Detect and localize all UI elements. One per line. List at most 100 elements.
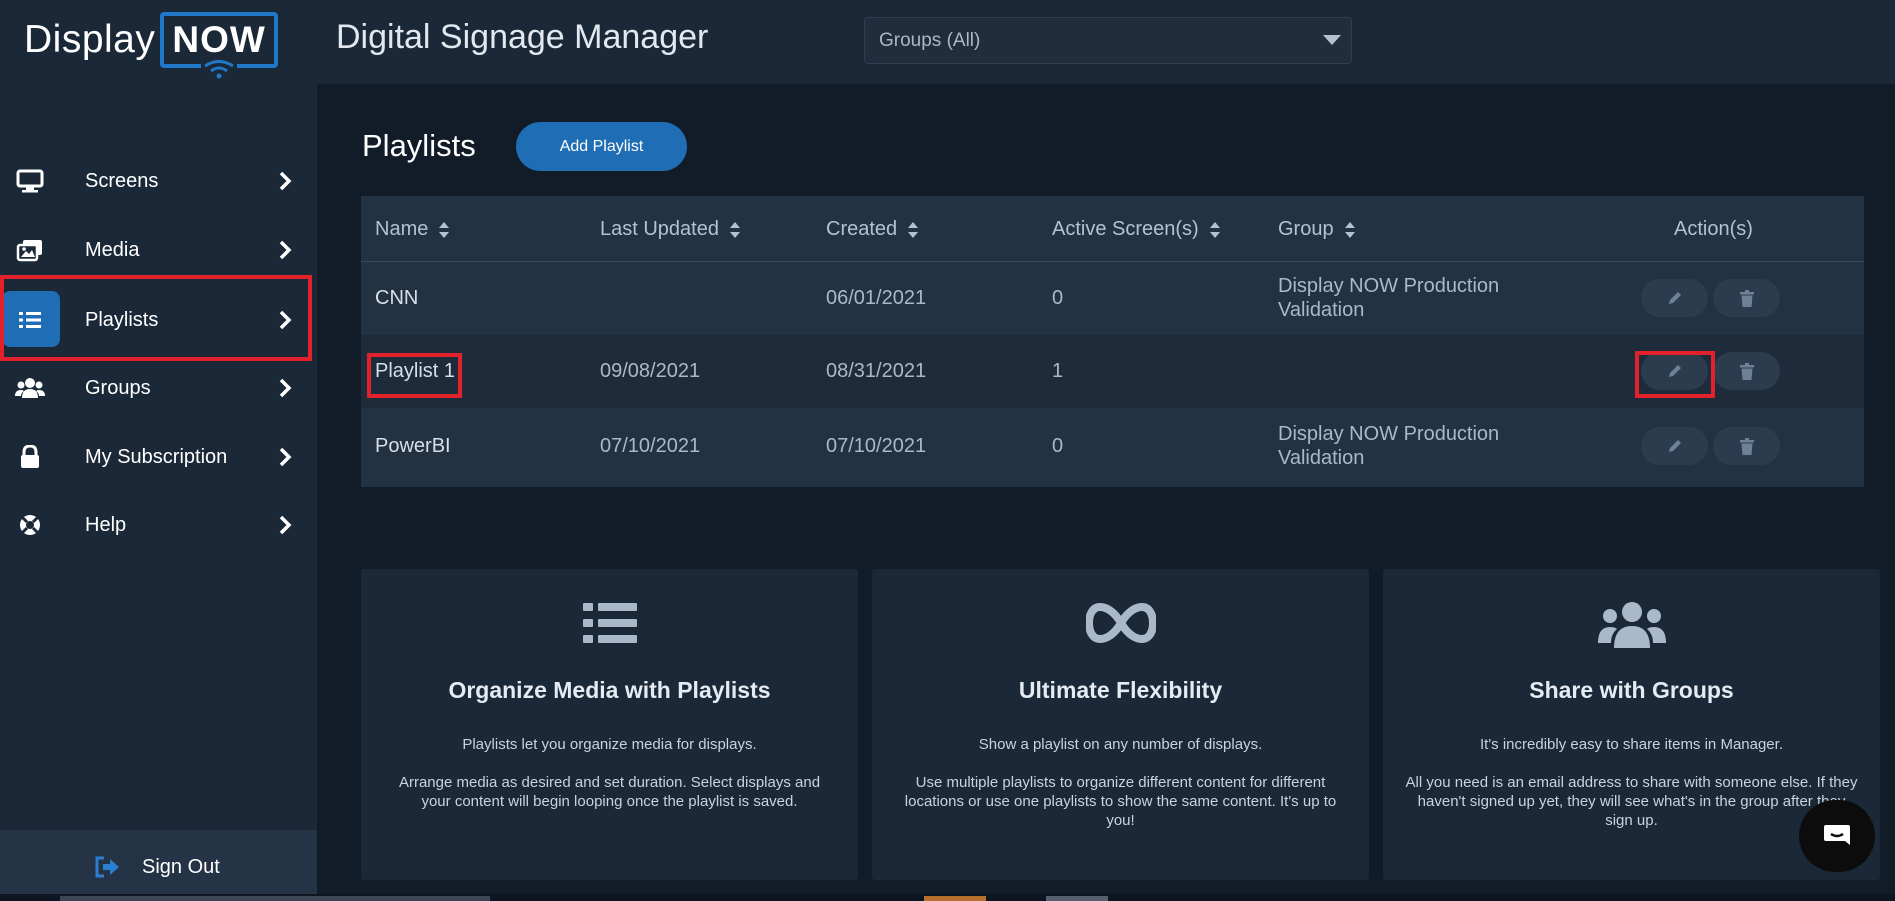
column-header-last-updated[interactable]: Last Updated bbox=[600, 218, 741, 241]
chat-bubble-icon bbox=[1824, 825, 1850, 845]
caret-down-icon bbox=[1323, 35, 1341, 45]
column-header-label: Last Updated bbox=[600, 218, 719, 240]
group-cell-line2: Validation bbox=[1278, 299, 1365, 321]
created-cell: 06/01/2021 bbox=[826, 287, 927, 309]
feature-card-text: Arrange media as desired and set duratio… bbox=[398, 774, 821, 810]
group-cell-line1: Display NOW Production bbox=[1278, 275, 1500, 297]
app-title: Digital Signage Manager bbox=[336, 18, 709, 56]
chevron-right-icon bbox=[279, 240, 292, 260]
delete-button[interactable] bbox=[1713, 279, 1780, 317]
pencil-icon bbox=[1668, 292, 1681, 304]
sidebar-item-help[interactable]: Help bbox=[0, 496, 317, 554]
delete-button[interactable] bbox=[1713, 352, 1780, 390]
wifi-icon bbox=[201, 60, 238, 80]
created-cell: 07/10/2021 bbox=[826, 435, 927, 457]
pencil-icon bbox=[1668, 440, 1681, 452]
lock-icon bbox=[14, 441, 46, 473]
delete-button[interactable] bbox=[1713, 427, 1780, 465]
table-row[interactable]: PowerBI 07/10/2021 07/10/2021 0 Display … bbox=[361, 408, 1864, 487]
playlists-table: Name Last Updated Created Active Screen(… bbox=[361, 196, 1864, 487]
page-title: Playlists bbox=[362, 128, 476, 163]
column-header-label: Created bbox=[826, 218, 898, 240]
feature-card-title: Share with Groups bbox=[1529, 677, 1734, 703]
column-header-group[interactable]: Group bbox=[1278, 218, 1356, 241]
infinity-icon bbox=[872, 601, 1369, 651]
column-header-label: Name bbox=[375, 218, 429, 240]
sidebar-item-label: Groups bbox=[85, 376, 151, 399]
feature-card-text: Use multiple playlists to organize diffe… bbox=[904, 774, 1337, 829]
table-header: Name Last Updated Created Active Screen(… bbox=[361, 196, 1864, 262]
group-cell-line2: Validation bbox=[1278, 447, 1365, 469]
trash-icon bbox=[1739, 362, 1754, 380]
users-icon bbox=[14, 372, 46, 404]
sidebar-item-groups[interactable]: Groups bbox=[0, 359, 317, 417]
sidebar-item-playlists[interactable]: Playlists bbox=[0, 291, 317, 349]
sort-icon bbox=[1209, 221, 1220, 238]
logo-text-now: NOW bbox=[172, 19, 266, 60]
feature-card-flexibility: Ultimate Flexibility Show a playlist on … bbox=[872, 569, 1369, 880]
group-cell-line1: Display NOW Production bbox=[1278, 423, 1500, 445]
active-screens-cell: 0 bbox=[1052, 435, 1064, 457]
edit-button[interactable] bbox=[1641, 352, 1708, 390]
sidebar-item-media[interactable]: Media bbox=[0, 221, 317, 279]
sidebar-item-label: Help bbox=[85, 513, 127, 536]
media-icon bbox=[14, 234, 46, 266]
table-row[interactable]: CNN 06/01/2021 0 Display NOW Production … bbox=[361, 262, 1864, 335]
column-header-label: Group bbox=[1278, 218, 1334, 240]
sort-icon bbox=[439, 221, 450, 238]
sidebar-item-label: My Subscription bbox=[85, 445, 228, 468]
playlist-name[interactable]: Playlist 1 bbox=[375, 360, 455, 383]
sort-icon bbox=[908, 221, 919, 238]
last-updated-cell: 09/08/2021 bbox=[600, 360, 701, 382]
column-header-label: Active Screen(s) bbox=[1052, 218, 1199, 240]
trash-icon bbox=[1739, 437, 1754, 455]
logo-now-box: NOW bbox=[160, 12, 278, 80]
display-now-logo[interactable]: Display NOW bbox=[24, 8, 278, 80]
feature-card-title: Organize Media with Playlists bbox=[448, 677, 771, 703]
feature-card-text: All you need is an email address to shar… bbox=[1405, 774, 1858, 829]
sort-icon bbox=[729, 221, 740, 238]
logo-text-display: Display bbox=[24, 18, 156, 61]
groups-filter-select[interactable]: Groups (All) bbox=[864, 17, 1352, 64]
table-row[interactable]: Playlist 1 09/08/2021 08/31/2021 1 bbox=[361, 335, 1864, 408]
taskbar-segment bbox=[60, 896, 490, 901]
groups-filter-value: Groups (All) bbox=[879, 29, 981, 51]
taskbar-segment bbox=[924, 896, 986, 901]
sidebar-item-label: Media bbox=[85, 238, 140, 261]
sign-out-button[interactable]: Sign Out bbox=[94, 852, 220, 882]
playlist-name[interactable]: CNN bbox=[375, 287, 418, 310]
created-cell: 08/31/2021 bbox=[826, 360, 927, 382]
active-screens-cell: 0 bbox=[1052, 287, 1064, 309]
feature-card-text: It's incredibly easy to share items in M… bbox=[1479, 736, 1783, 753]
edit-button[interactable] bbox=[1641, 427, 1708, 465]
last-updated-cell: 07/10/2021 bbox=[600, 435, 701, 457]
sign-out-icon bbox=[95, 856, 119, 878]
chevron-right-icon bbox=[279, 447, 292, 467]
sidebar-item-label: Screens bbox=[85, 169, 159, 192]
chevron-right-icon bbox=[279, 171, 292, 191]
playlist-name[interactable]: PowerBI bbox=[375, 435, 451, 458]
feature-card-text: Show a playlist on any number of display… bbox=[978, 736, 1263, 753]
edit-button[interactable] bbox=[1641, 279, 1708, 317]
active-screens-cell: 1 bbox=[1052, 360, 1064, 382]
column-header-name[interactable]: Name bbox=[375, 218, 450, 241]
pencil-icon bbox=[1668, 365, 1681, 377]
sidebar-item-label: Playlists bbox=[85, 308, 159, 331]
monitor-icon bbox=[14, 165, 46, 197]
sidebar-item-screens[interactable]: Screens bbox=[0, 152, 317, 210]
top-header: Display NOW Digital Signage Manager Grou… bbox=[0, 0, 1895, 84]
chat-widget-button[interactable] bbox=[1799, 800, 1875, 872]
sidebar-item-my-subscription[interactable]: My Subscription bbox=[0, 428, 317, 486]
feature-card-title: Ultimate Flexibility bbox=[1018, 677, 1223, 703]
sort-icon bbox=[1344, 221, 1355, 238]
column-header-created[interactable]: Created bbox=[826, 218, 919, 241]
column-header-active-screens[interactable]: Active Screen(s) bbox=[1052, 218, 1221, 241]
users-icon bbox=[1383, 601, 1880, 651]
chevron-right-icon bbox=[279, 378, 292, 398]
feature-card-text: Playlists let you organize media for dis… bbox=[462, 736, 757, 753]
feature-card-organize: Organize Media with Playlists Playlists … bbox=[361, 569, 858, 880]
taskbar-segment bbox=[1046, 896, 1108, 901]
sign-out-label: Sign Out bbox=[142, 855, 220, 878]
add-playlist-button[interactable]: Add Playlist bbox=[516, 122, 687, 171]
chevron-right-icon bbox=[279, 310, 292, 330]
